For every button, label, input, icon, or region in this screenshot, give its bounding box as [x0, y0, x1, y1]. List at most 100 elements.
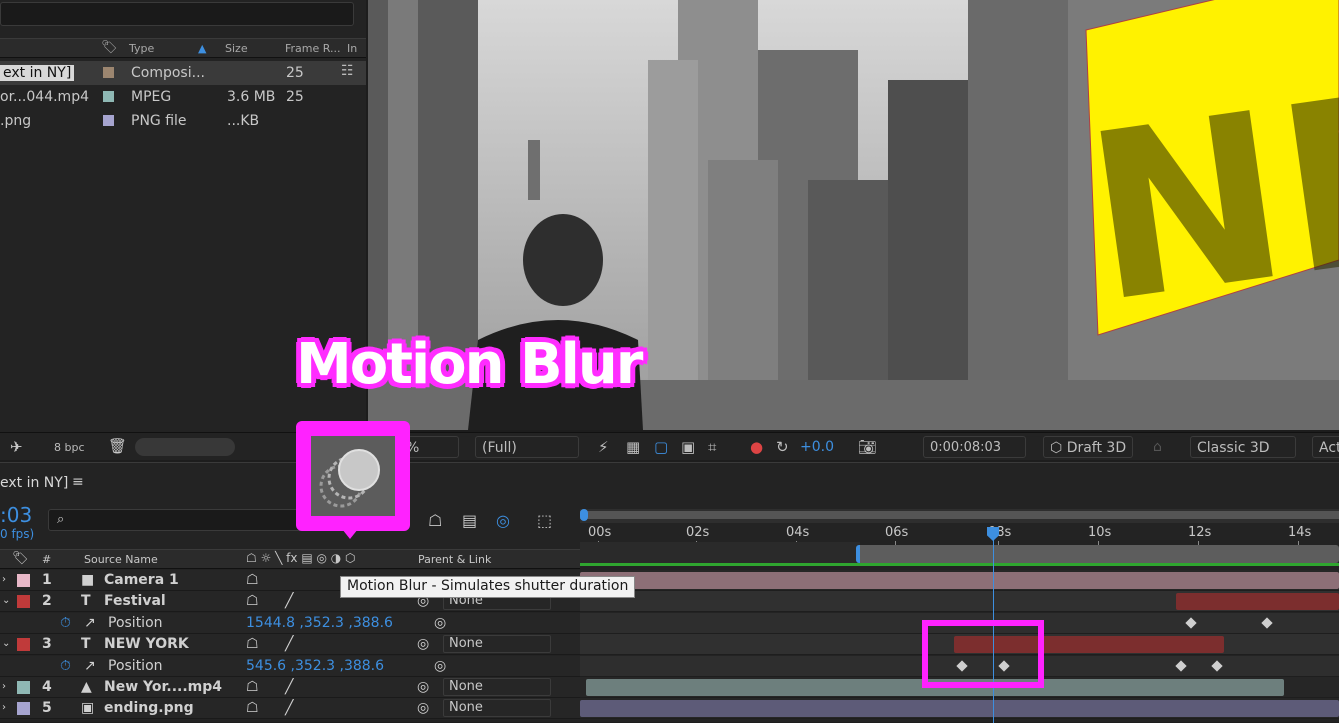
project-scroll-thumb[interactable]	[135, 438, 235, 456]
mask-visibility-icon[interactable]: ▢	[654, 436, 668, 458]
col-number[interactable]: #	[42, 553, 51, 566]
reset-exposure-icon[interactable]: ↻	[776, 436, 789, 458]
label-swatch[interactable]	[103, 115, 114, 126]
expand-arrow-icon[interactable]: ⌄	[2, 638, 10, 649]
layer-name[interactable]: NEW YORK	[104, 636, 189, 652]
graph-icon[interactable]: ↗	[84, 615, 96, 631]
layer-row[interactable]: ⌄ 3 T NEW YORK ☖ ╱ ◎ None	[0, 634, 580, 656]
layer-color-swatch[interactable]	[17, 595, 30, 609]
layer-color-swatch[interactable]	[17, 638, 30, 652]
snapshot-icon[interactable]: 📷︎	[858, 436, 877, 458]
shy-switch-icon[interactable]: ☖	[246, 572, 259, 588]
layer-number: 2	[42, 593, 52, 610]
layer-column-header: 🏷︎ # Source Name ☖ ☼ ╲ fx ▤ ◎ ◑ ⬡ Parent…	[0, 549, 580, 569]
pick-whip-icon[interactable]: ◎	[417, 636, 429, 652]
transparency-grid-icon[interactable]: ▦	[626, 436, 640, 458]
col-frame-rate[interactable]: Frame R...	[285, 42, 341, 55]
pick-whip-icon[interactable]: ◎	[417, 679, 429, 695]
layer-duration-bar[interactable]	[1176, 593, 1339, 611]
shy-switch-icon[interactable]: ☖	[246, 679, 259, 695]
layer-duration-bar[interactable]	[580, 700, 1339, 718]
expand-arrow-icon[interactable]: ›	[2, 702, 6, 713]
project-item-type: MPEG	[131, 89, 172, 105]
stopwatch-icon[interactable]: ⏱︎	[60, 615, 71, 631]
pick-whip-icon[interactable]: ◎	[417, 700, 429, 716]
work-area-range[interactable]	[856, 545, 1339, 563]
label-column-icon[interactable]: 🏷︎	[12, 551, 29, 566]
col-type[interactable]: Type	[129, 42, 154, 55]
renderer-dropdown[interactable]: Classic 3D	[1190, 436, 1296, 458]
parent-dropdown[interactable]: None	[443, 678, 551, 696]
col-source-name[interactable]: Source Name	[84, 553, 158, 566]
layer-search-input[interactable]: ⌕	[48, 509, 308, 531]
project-item[interactable]: .png PNG file ...KB	[0, 109, 366, 133]
quality-switch-icon[interactable]: ╱	[285, 700, 293, 716]
layer-name[interactable]: New Yor....mp4	[104, 679, 222, 695]
pick-whip-icon[interactable]: ◎	[434, 615, 446, 631]
grid-guides-icon[interactable]: ⌗	[708, 436, 716, 458]
active-camera-dropdown[interactable]: Act	[1312, 436, 1339, 458]
layer-name[interactable]: Festival	[104, 593, 166, 609]
exposure-value[interactable]: +0.0	[800, 436, 834, 458]
draft-3d-timeline-icon[interactable]: ☖	[428, 511, 442, 530]
expand-arrow-icon[interactable]: ›	[2, 574, 6, 585]
trash-icon[interactable]: 🗑︎	[108, 437, 127, 455]
comp-flowchart-icon[interactable]: ▤	[462, 511, 477, 530]
shy-switch-icon[interactable]: ☖	[246, 700, 259, 716]
quality-switch-icon[interactable]: ╱	[285, 679, 293, 695]
keyframe[interactable]	[1175, 659, 1187, 672]
col-parent-link[interactable]: Parent & Link	[418, 553, 491, 566]
graph-editor-icon[interactable]: ⬚	[537, 511, 552, 530]
layer-duration-bar[interactable]	[580, 572, 1339, 589]
property-row[interactable]: ⏱︎ ↗ Position 545.6 ,352.3 ,388.6 ◎	[0, 655, 580, 677]
layer-color-swatch[interactable]	[17, 574, 30, 587]
layer-color-swatch[interactable]	[17, 702, 30, 716]
col-in[interactable]: In	[347, 42, 357, 55]
project-item[interactable]: ext in NY] Composi... 25	[0, 61, 366, 85]
motion-blur-switch-icon[interactable]: ◎	[496, 511, 510, 530]
shy-switch-icon[interactable]: ☖	[246, 636, 259, 652]
shy-switch-icon[interactable]: ☖	[246, 593, 259, 609]
label-tag-icon[interactable]: 🏷︎	[101, 40, 118, 55]
bpc-button[interactable]: 8 bpc	[54, 441, 85, 454]
timeline-tab[interactable]: ext in NY]	[0, 475, 68, 491]
graph-icon[interactable]: ↗	[84, 658, 96, 674]
label-swatch[interactable]	[103, 91, 114, 102]
project-item[interactable]: or...044.mp4 MPEG 3.6 MB 25	[0, 85, 366, 109]
current-time-display[interactable]: :03	[0, 503, 32, 527]
keyframe[interactable]	[1261, 617, 1273, 629]
stopwatch-icon[interactable]: ⏱︎	[60, 658, 71, 674]
draft-3d-button[interactable]: ⬡ Draft 3D	[1043, 436, 1134, 458]
flowchart-icon[interactable]: ☷	[341, 63, 354, 79]
project-search-input[interactable]	[0, 2, 354, 26]
parent-dropdown[interactable]: None	[443, 699, 551, 718]
layer-color-swatch[interactable]	[17, 681, 30, 694]
expand-arrow-icon[interactable]: ⌄	[2, 595, 10, 606]
keyframe[interactable]	[1185, 617, 1197, 629]
keyframe[interactable]	[1211, 659, 1223, 672]
position-value[interactable]: 545.6 ,352.3 ,388.6	[246, 658, 384, 674]
panel-menu-icon[interactable]: ≡	[72, 474, 84, 490]
property-row[interactable]: ⏱︎ ↗ Position 1544.8 ,352.3 ,388.6 ◎	[0, 612, 580, 634]
channel-icon[interactable]: ●	[750, 436, 763, 458]
layer-row[interactable]: › 5 ▣ ending.png ☖ ╱ ◎ None	[0, 698, 580, 720]
quality-switch-icon[interactable]: ╱	[285, 593, 293, 609]
timecode-display[interactable]: 0:00:08:03	[923, 436, 1026, 458]
ruler-tick-label: 04s	[786, 525, 810, 540]
layer-name[interactable]: ending.png	[104, 700, 194, 716]
position-value[interactable]: 1544.8 ,352.3 ,388.6	[246, 615, 393, 631]
parent-dropdown[interactable]: None	[443, 635, 551, 654]
expand-arrow-icon[interactable]: ›	[2, 681, 6, 692]
layer-name[interactable]: Camera 1	[104, 572, 179, 588]
extended-viewer-icon[interactable]: ⌂	[1153, 436, 1162, 458]
region-of-interest-icon[interactable]: ▣	[681, 436, 695, 458]
resolution-dropdown[interactable]: (Full)	[475, 436, 579, 458]
fast-preview-icon[interactable]: ⚡	[598, 436, 609, 458]
quality-switch-icon[interactable]: ╱	[285, 636, 293, 652]
pick-whip-icon[interactable]: ◎	[434, 658, 446, 674]
col-size[interactable]: Size	[225, 42, 248, 55]
label-swatch[interactable]	[103, 67, 114, 78]
layer-row[interactable]: › 4 ▲ New Yor....mp4 ☖ ╱ ◎ None	[0, 677, 580, 698]
sort-ascending-icon: ▲	[198, 42, 207, 55]
interpret-footage-icon[interactable]: ✈	[10, 438, 23, 456]
